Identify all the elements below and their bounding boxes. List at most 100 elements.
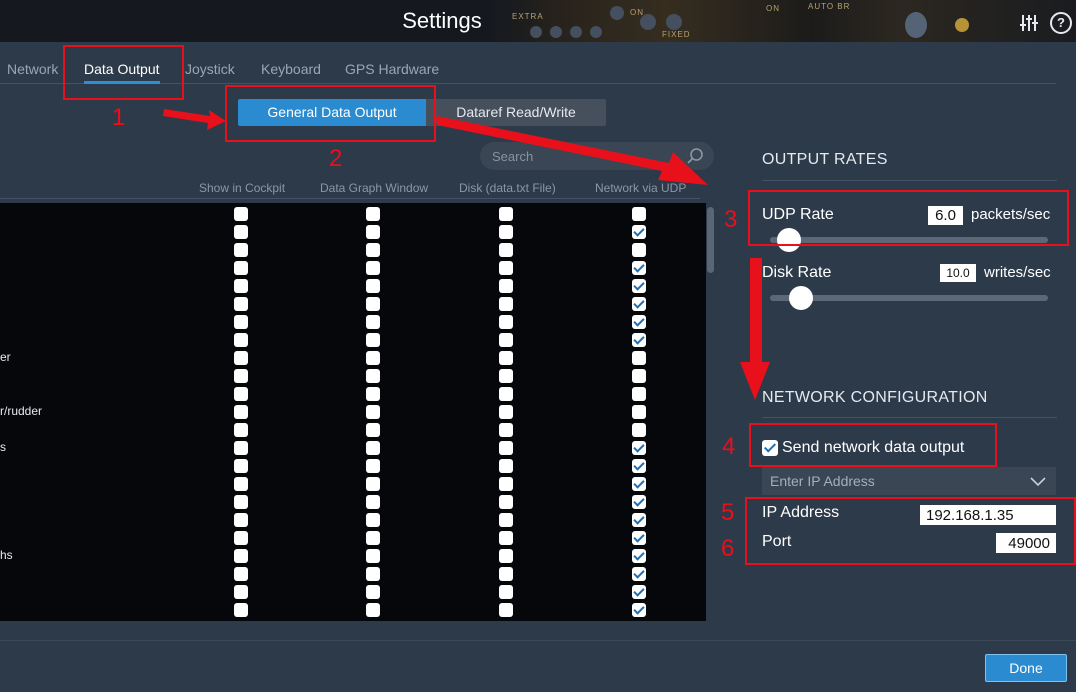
disk-rate-slider-thumb[interactable] — [788, 286, 813, 310]
disk-output-checkbox[interactable] — [499, 387, 513, 401]
udp-output-checkbox[interactable] — [632, 207, 646, 221]
data-graph-checkbox[interactable] — [366, 333, 380, 347]
udp-output-checkbox[interactable] — [632, 441, 646, 455]
data-graph-checkbox[interactable] — [366, 459, 380, 473]
done-button[interactable]: Done — [985, 654, 1067, 682]
data-graph-checkbox[interactable] — [366, 315, 380, 329]
tab-joystick[interactable]: Joystick — [185, 56, 235, 82]
disk-output-checkbox[interactable] — [499, 315, 513, 329]
show-in-cockpit-checkbox[interactable] — [234, 315, 248, 329]
disk-output-checkbox[interactable] — [499, 423, 513, 437]
udp-output-checkbox[interactable] — [632, 495, 646, 509]
show-in-cockpit-checkbox[interactable] — [234, 423, 248, 437]
show-in-cockpit-checkbox[interactable] — [234, 297, 248, 311]
disk-output-checkbox[interactable] — [499, 225, 513, 239]
udp-output-checkbox[interactable] — [632, 225, 646, 239]
disk-output-checkbox[interactable] — [499, 333, 513, 347]
udp-output-checkbox[interactable] — [632, 261, 646, 275]
show-in-cockpit-checkbox[interactable] — [234, 351, 248, 365]
data-graph-checkbox[interactable] — [366, 225, 380, 239]
show-in-cockpit-checkbox[interactable] — [234, 567, 248, 581]
data-graph-checkbox[interactable] — [366, 567, 380, 581]
udp-output-checkbox[interactable] — [632, 243, 646, 257]
ip-address-select[interactable]: Enter IP Address — [762, 467, 1056, 495]
disk-output-checkbox[interactable] — [499, 261, 513, 275]
tab-keyboard[interactable]: Keyboard — [261, 56, 321, 82]
data-graph-checkbox[interactable] — [366, 207, 380, 221]
udp-output-checkbox[interactable] — [632, 369, 646, 383]
disk-output-checkbox[interactable] — [499, 351, 513, 365]
show-in-cockpit-checkbox[interactable] — [234, 279, 248, 293]
data-graph-checkbox[interactable] — [366, 279, 380, 293]
udp-output-checkbox[interactable] — [632, 549, 646, 563]
sliders-settings-icon[interactable] — [1018, 12, 1040, 34]
udp-output-checkbox[interactable] — [632, 423, 646, 437]
udp-output-checkbox[interactable] — [632, 315, 646, 329]
data-graph-checkbox[interactable] — [366, 369, 380, 383]
show-in-cockpit-checkbox[interactable] — [234, 495, 248, 509]
data-graph-checkbox[interactable] — [366, 261, 380, 275]
data-graph-checkbox[interactable] — [366, 603, 380, 617]
search-icon[interactable] — [686, 147, 704, 165]
udp-output-checkbox[interactable] — [632, 531, 646, 545]
show-in-cockpit-checkbox[interactable] — [234, 243, 248, 257]
disk-output-checkbox[interactable] — [499, 531, 513, 545]
help-icon[interactable]: ? — [1050, 12, 1072, 34]
udp-output-checkbox[interactable] — [632, 297, 646, 311]
disk-output-checkbox[interactable] — [499, 459, 513, 473]
udp-output-checkbox[interactable] — [632, 513, 646, 527]
data-graph-checkbox[interactable] — [366, 423, 380, 437]
data-graph-checkbox[interactable] — [366, 513, 380, 527]
show-in-cockpit-checkbox[interactable] — [234, 603, 248, 617]
udp-output-checkbox[interactable] — [632, 477, 646, 491]
show-in-cockpit-checkbox[interactable] — [234, 261, 248, 275]
scrollbar-thumb[interactable] — [707, 207, 714, 273]
udp-output-checkbox[interactable] — [632, 351, 646, 365]
udp-output-checkbox[interactable] — [632, 459, 646, 473]
data-graph-checkbox[interactable] — [366, 405, 380, 419]
disk-output-checkbox[interactable] — [499, 297, 513, 311]
data-graph-checkbox[interactable] — [366, 585, 380, 599]
disk-output-checkbox[interactable] — [499, 477, 513, 491]
show-in-cockpit-checkbox[interactable] — [234, 513, 248, 527]
disk-output-checkbox[interactable] — [499, 279, 513, 293]
disk-rate-input[interactable] — [940, 264, 976, 282]
tab-gps-hardware[interactable]: GPS Hardware — [345, 56, 439, 82]
show-in-cockpit-checkbox[interactable] — [234, 459, 248, 473]
data-graph-checkbox[interactable] — [366, 495, 380, 509]
data-graph-checkbox[interactable] — [366, 297, 380, 311]
udp-output-checkbox[interactable] — [632, 603, 646, 617]
dataref-read-write-button[interactable]: Dataref Read/Write — [426, 99, 606, 126]
disk-output-checkbox[interactable] — [499, 207, 513, 221]
data-graph-checkbox[interactable] — [366, 441, 380, 455]
show-in-cockpit-checkbox[interactable] — [234, 531, 248, 545]
show-in-cockpit-checkbox[interactable] — [234, 405, 248, 419]
udp-output-checkbox[interactable] — [632, 405, 646, 419]
show-in-cockpit-checkbox[interactable] — [234, 441, 248, 455]
disk-output-checkbox[interactable] — [499, 405, 513, 419]
udp-output-checkbox[interactable] — [632, 333, 646, 347]
data-graph-checkbox[interactable] — [366, 531, 380, 545]
disk-output-checkbox[interactable] — [499, 513, 513, 527]
tab-network[interactable]: Network — [7, 56, 58, 82]
data-graph-checkbox[interactable] — [366, 351, 380, 365]
udp-output-checkbox[interactable] — [632, 567, 646, 581]
disk-output-checkbox[interactable] — [499, 603, 513, 617]
show-in-cockpit-checkbox[interactable] — [234, 387, 248, 401]
disk-output-checkbox[interactable] — [499, 549, 513, 563]
disk-output-checkbox[interactable] — [499, 585, 513, 599]
udp-output-checkbox[interactable] — [632, 585, 646, 599]
show-in-cockpit-checkbox[interactable] — [234, 225, 248, 239]
disk-output-checkbox[interactable] — [499, 243, 513, 257]
udp-output-checkbox[interactable] — [632, 279, 646, 293]
udp-output-checkbox[interactable] — [632, 387, 646, 401]
disk-output-checkbox[interactable] — [499, 441, 513, 455]
data-graph-checkbox[interactable] — [366, 477, 380, 491]
show-in-cockpit-checkbox[interactable] — [234, 549, 248, 563]
search-input[interactable] — [492, 146, 682, 166]
show-in-cockpit-checkbox[interactable] — [234, 333, 248, 347]
disk-output-checkbox[interactable] — [499, 369, 513, 383]
data-graph-checkbox[interactable] — [366, 387, 380, 401]
show-in-cockpit-checkbox[interactable] — [234, 477, 248, 491]
data-graph-checkbox[interactable] — [366, 243, 380, 257]
